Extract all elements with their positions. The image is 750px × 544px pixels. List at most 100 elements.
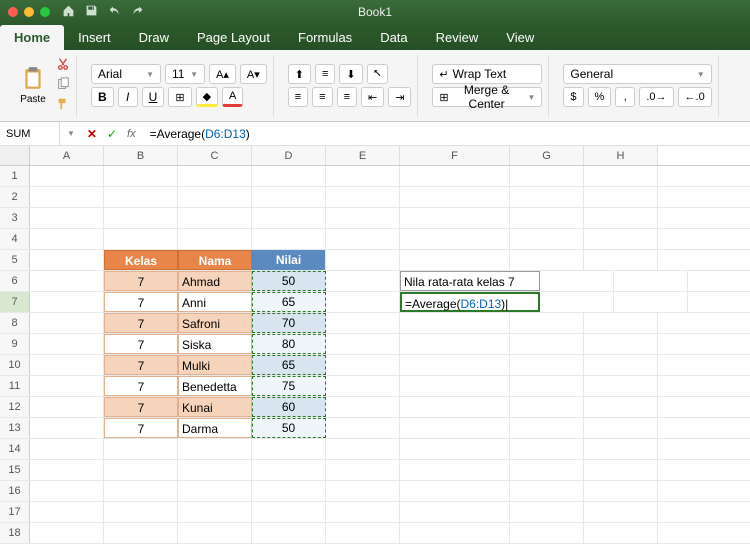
cell[interactable]	[30, 439, 104, 459]
cell[interactable]	[326, 187, 400, 207]
cut-icon[interactable]	[56, 57, 70, 74]
cell[interactable]	[584, 376, 658, 396]
row-header[interactable]: 16	[0, 481, 30, 501]
cell[interactable]	[400, 460, 510, 480]
cell[interactable]	[584, 355, 658, 375]
cell[interactable]	[104, 229, 178, 249]
cell[interactable]	[326, 229, 400, 249]
cell[interactable]: 80	[252, 334, 326, 354]
cell[interactable]	[400, 166, 510, 186]
cell[interactable]: 7	[104, 313, 178, 333]
cell[interactable]	[326, 502, 400, 522]
tab-home[interactable]: Home	[0, 25, 64, 50]
cell[interactable]: 65	[252, 355, 326, 375]
row-header[interactable]: 3	[0, 208, 30, 228]
cell[interactable]	[510, 523, 584, 543]
row-header[interactable]: 14	[0, 439, 30, 459]
row-header[interactable]: 10	[0, 355, 30, 375]
row-header[interactable]: 2	[0, 187, 30, 207]
cell[interactable]	[584, 250, 658, 270]
cell[interactable]	[584, 166, 658, 186]
cell[interactable]	[400, 418, 510, 438]
cell[interactable]: Mulki	[178, 355, 252, 375]
indent-dec-button[interactable]: ⇤	[361, 87, 384, 107]
cell[interactable]	[104, 502, 178, 522]
cell[interactable]	[252, 502, 326, 522]
cell[interactable]	[252, 166, 326, 186]
name-box-dropdown[interactable]: ▼	[63, 129, 79, 138]
cancel-icon[interactable]: ✕	[87, 127, 97, 141]
cell[interactable]	[326, 292, 400, 312]
cell[interactable]	[326, 334, 400, 354]
cell[interactable]	[510, 439, 584, 459]
tab-view[interactable]: View	[492, 25, 548, 50]
cell[interactable]: 50	[252, 271, 326, 291]
fx-icon[interactable]: fx	[127, 128, 136, 140]
cell[interactable]: Ahmad	[178, 271, 252, 291]
cell[interactable]	[178, 502, 252, 522]
row-header[interactable]: 8	[0, 313, 30, 333]
tab-data[interactable]: Data	[366, 25, 421, 50]
cell[interactable]	[326, 418, 400, 438]
cell[interactable]	[614, 271, 688, 291]
cell[interactable]	[326, 397, 400, 417]
cell[interactable]	[584, 229, 658, 249]
cell[interactable]	[30, 502, 104, 522]
cell[interactable]	[584, 439, 658, 459]
row-header[interactable]: 1	[0, 166, 30, 186]
col-header[interactable]: G	[510, 146, 584, 165]
cell[interactable]: Safroni	[178, 313, 252, 333]
col-header[interactable]: E	[326, 146, 400, 165]
inc-decimal-button[interactable]: .0→	[639, 87, 673, 107]
cell[interactable]	[510, 502, 584, 522]
fill-color-button[interactable]: ◆	[196, 87, 218, 107]
cell[interactable]	[326, 166, 400, 186]
close-icon[interactable]	[8, 7, 18, 17]
cell[interactable]	[326, 250, 400, 270]
cell[interactable]	[510, 166, 584, 186]
border-button[interactable]: ⊞	[168, 87, 191, 107]
cell[interactable]	[326, 271, 400, 291]
zoom-icon[interactable]	[40, 7, 50, 17]
row-header[interactable]: 4	[0, 229, 30, 249]
tab-review[interactable]: Review	[422, 25, 493, 50]
percent-button[interactable]: %	[588, 87, 612, 107]
paste-button[interactable]: Paste	[14, 64, 52, 107]
enter-icon[interactable]: ✓	[107, 127, 117, 141]
orientation-button[interactable]: ⭦	[367, 64, 388, 84]
grow-font-button[interactable]: A▴	[209, 64, 236, 84]
cell[interactable]	[30, 355, 104, 375]
home-icon[interactable]	[62, 4, 75, 20]
cell[interactable]	[510, 250, 584, 270]
merge-button[interactable]: ⊞ Merge & Center▼	[432, 87, 542, 107]
row-header[interactable]: 18	[0, 523, 30, 543]
cell[interactable]	[510, 397, 584, 417]
cell[interactable]	[584, 313, 658, 333]
name-box[interactable]: SUM	[0, 122, 60, 145]
row-header[interactable]: 15	[0, 460, 30, 480]
cell[interactable]	[252, 481, 326, 501]
cell[interactable]	[400, 523, 510, 543]
row-header[interactable]: 12	[0, 397, 30, 417]
cell[interactable]	[252, 187, 326, 207]
col-header[interactable]: H	[584, 146, 658, 165]
cell[interactable]	[178, 439, 252, 459]
cell[interactable]	[104, 481, 178, 501]
cell[interactable]	[400, 229, 510, 249]
underline-button[interactable]: U	[142, 87, 165, 107]
row-header[interactable]: 17	[0, 502, 30, 522]
cell[interactable]	[510, 376, 584, 396]
cell[interactable]	[30, 334, 104, 354]
cell[interactable]	[540, 271, 614, 291]
cell[interactable]	[584, 187, 658, 207]
align-center-button[interactable]: ≡	[312, 87, 332, 107]
cell[interactable]	[400, 439, 510, 459]
cell[interactable]: Siska	[178, 334, 252, 354]
cell[interactable]: 70	[252, 313, 326, 333]
cell[interactable]	[30, 187, 104, 207]
cell[interactable]	[30, 481, 104, 501]
cell[interactable]	[400, 481, 510, 501]
align-mid-button[interactable]: ≡	[315, 64, 335, 84]
cell[interactable]: 7	[104, 292, 178, 312]
cell[interactable]	[30, 250, 104, 270]
